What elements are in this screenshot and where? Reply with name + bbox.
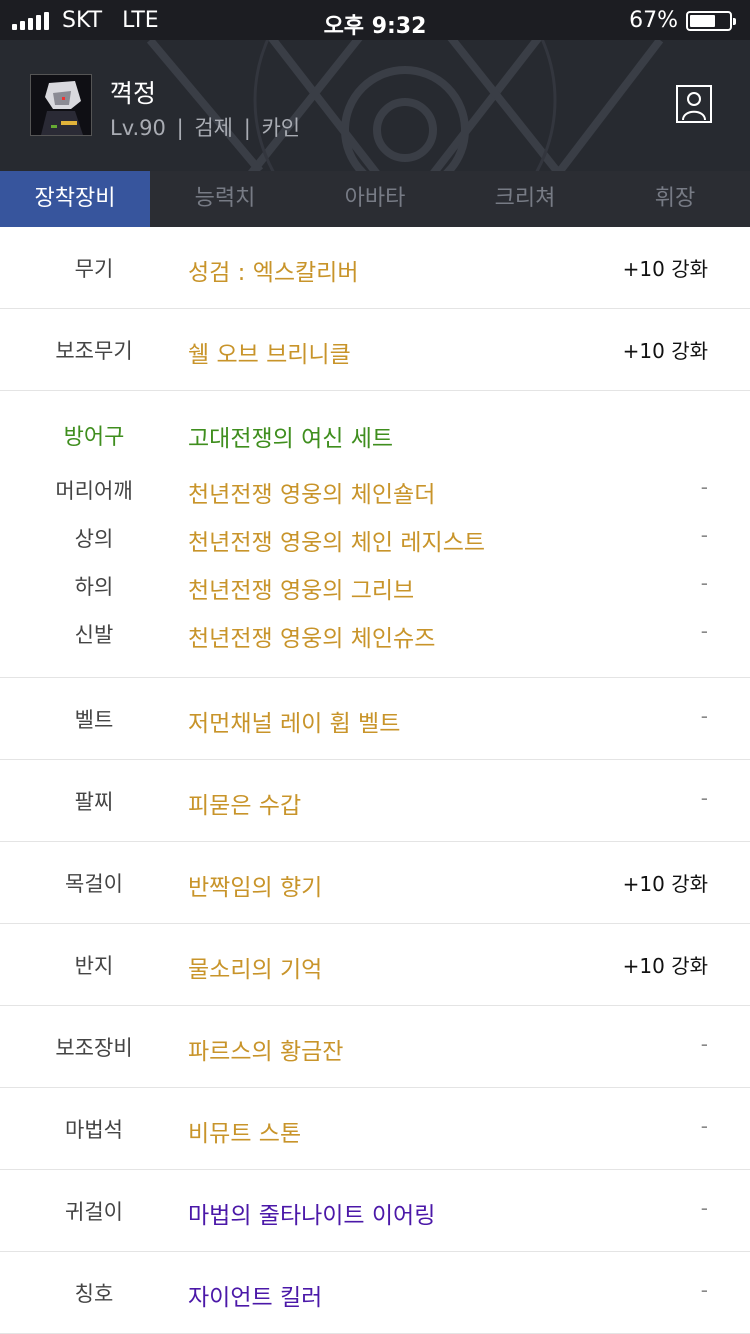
tab-equipment[interactable]: 장착장비 (0, 171, 150, 227)
equipment-row-title[interactable]: 칭호 자이언트 킬러 - (0, 1252, 750, 1334)
slot-label: 하의 (74, 575, 114, 599)
armor-part-row[interactable]: 하의 천년전쟁 영웅의 그리브 - (0, 571, 750, 607)
equipment-row-earring[interactable]: 귀걸이 마법의 줄타나이트 이어링 - (0, 1170, 750, 1252)
tab-creature[interactable]: 크리쳐 (450, 171, 600, 227)
slot-label: 무기 (74, 257, 114, 281)
reinforce-value: - (700, 1114, 708, 1138)
character-level: Lv.90 (110, 116, 166, 140)
character-header: 껵정 Lv.90 | 검제 | 카인 (0, 40, 750, 171)
slot-label: 상의 (74, 527, 114, 551)
character-job: 검제 (194, 116, 233, 140)
set-name[interactable]: 고대전쟁의 여신 세트 (188, 419, 393, 453)
item-name[interactable]: 피묻은 수갑 (188, 786, 301, 820)
slot-label: 목걸이 (65, 872, 123, 896)
reinforce-value: +10 강화 (622, 257, 708, 281)
tab-stats[interactable]: 능력치 (150, 171, 300, 227)
tab-avatar[interactable]: 아바타 (300, 171, 450, 227)
reinforce-value: - (700, 1196, 708, 1220)
status-bar: SKT LTE 오후 9:32 67% (0, 0, 750, 40)
armor-part-row[interactable]: 머리어깨 천년전쟁 영웅의 체인숄더 - (0, 475, 750, 511)
reinforce-value: - (700, 523, 708, 547)
tab-bar: 장착장비 능력치 아바타 크리쳐 휘장 (0, 171, 750, 227)
character-info: Lv.90 | 검제 | 카인 (110, 112, 300, 142)
slot-label: 칭호 (74, 1282, 114, 1306)
slot-label: 팔찌 (74, 790, 114, 814)
profile-view-button[interactable] (676, 85, 712, 123)
person-icon (682, 92, 706, 121)
item-name[interactable]: 반짝임의 향기 (188, 868, 322, 902)
armor-part-row[interactable]: 상의 천년전쟁 영웅의 체인 레지스트 - (0, 523, 750, 559)
slot-label: 반지 (74, 954, 114, 978)
reinforce-value: +10 강화 (622, 954, 708, 978)
separator: | (243, 116, 251, 140)
reinforce-value: - (700, 475, 708, 499)
item-name[interactable]: 성검 : 엑스칼리버 (188, 253, 359, 287)
item-name[interactable]: 자이언트 킬러 (188, 1278, 322, 1312)
reinforce-value: - (700, 1278, 708, 1302)
battery-percent: 67% (629, 8, 678, 33)
item-name[interactable]: 천년전쟁 영웅의 체인슈즈 (188, 619, 435, 653)
item-name[interactable]: 물소리의 기억 (188, 950, 322, 984)
slot-label: 신발 (74, 623, 114, 647)
item-name[interactable]: 비뮤트 스톤 (188, 1114, 301, 1148)
equipment-row-bracelet[interactable]: 팔찌 피묻은 수갑 - (0, 760, 750, 842)
equipment-row-ring[interactable]: 반지 물소리의 기억 +10 강화 (0, 924, 750, 1006)
item-name[interactable]: 마법의 줄타나이트 이어링 (188, 1196, 435, 1230)
slot-label: 머리어깨 (55, 479, 133, 503)
reinforce-value: +10 강화 (622, 339, 708, 363)
reinforce-value: - (700, 619, 708, 643)
slot-label-armor: 방어구 (63, 425, 125, 450)
separator: | (176, 116, 184, 140)
reinforce-value: - (700, 704, 708, 728)
reinforce-value: - (700, 571, 708, 595)
status-right: 67% (629, 8, 736, 33)
equipment-row-necklace[interactable]: 목걸이 반짝임의 향기 +10 강화 (0, 842, 750, 924)
tab-insignia[interactable]: 휘장 (600, 171, 750, 227)
slot-label: 벨트 (74, 708, 114, 732)
slot-label: 보조장비 (55, 1036, 133, 1060)
armor-set-row[interactable]: 방어구 고대전쟁의 여신 세트 (0, 419, 750, 455)
character-server: 카인 (261, 116, 301, 140)
equipment-row-belt[interactable]: 벨트 저먼채널 레이 휩 벨트 - (0, 678, 750, 760)
character-avatar[interactable] (30, 74, 92, 136)
item-name[interactable]: 천년전쟁 영웅의 그리브 (188, 571, 414, 605)
reinforce-value: - (700, 786, 708, 810)
item-name[interactable]: 쉘 오브 브리니클 (188, 335, 351, 369)
reinforce-value: +10 강화 (622, 872, 708, 896)
item-name[interactable]: 천년전쟁 영웅의 체인 레지스트 (188, 523, 485, 557)
equipment-row-subweapon[interactable]: 보조무기 쉘 오브 브리니클 +10 강화 (0, 309, 750, 391)
slot-label: 마법석 (65, 1118, 123, 1142)
equipment-row-magicstone[interactable]: 마법석 비뮤트 스톤 - (0, 1088, 750, 1170)
equipment-row-support[interactable]: 보조장비 파르스의 황금잔 - (0, 1006, 750, 1088)
slot-label: 보조무기 (55, 339, 133, 363)
item-name[interactable]: 저먼채널 레이 휩 벨트 (188, 704, 400, 738)
armor-part-row[interactable]: 신발 천년전쟁 영웅의 체인슈즈 - (0, 619, 750, 655)
equipment-group-armor: 방어구 고대전쟁의 여신 세트 머리어깨 천년전쟁 영웅의 체인숄더 - 상의 … (0, 391, 750, 678)
item-name[interactable]: 천년전쟁 영웅의 체인숄더 (188, 475, 435, 509)
character-portrait-icon (41, 81, 83, 135)
character-name: 껵정 (110, 79, 157, 108)
battery-icon (686, 10, 736, 31)
slot-label: 귀걸이 (65, 1200, 123, 1224)
equipment-list: 무기 성검 : 엑스칼리버 +10 강화 보조무기 쉘 오브 브리니클 +10 … (0, 227, 750, 1334)
reinforce-value: - (700, 1032, 708, 1056)
equipment-row-weapon[interactable]: 무기 성검 : 엑스칼리버 +10 강화 (0, 227, 750, 309)
item-name[interactable]: 파르스의 황금잔 (188, 1032, 343, 1066)
